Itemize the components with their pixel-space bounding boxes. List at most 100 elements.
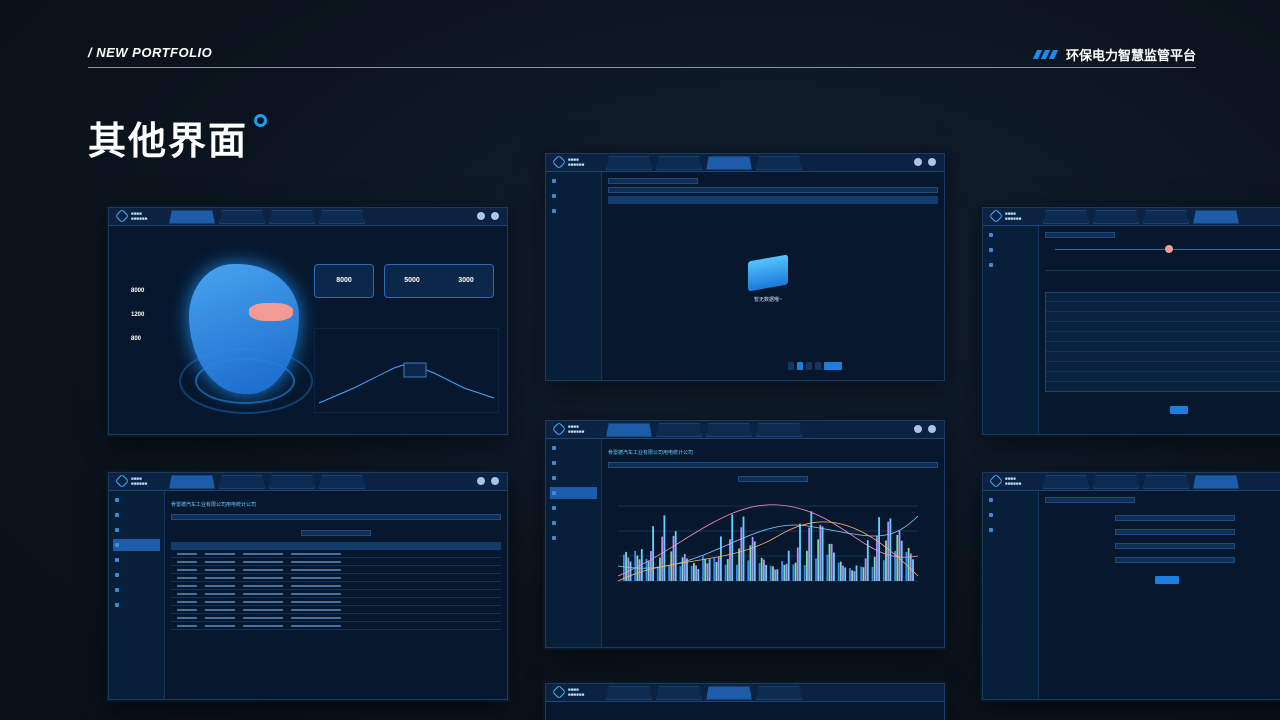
form-input[interactable] [1115, 515, 1235, 521]
chart-bar [706, 563, 709, 581]
sidebar-item[interactable] [987, 524, 1034, 536]
brand-stripes-icon [1032, 50, 1059, 59]
nav-tab[interactable] [756, 686, 802, 700]
bell-icon[interactable] [477, 477, 485, 485]
table-row[interactable] [171, 550, 501, 558]
form-fields [1115, 515, 1280, 589]
table-row[interactable] [171, 566, 501, 574]
avatar[interactable] [928, 158, 936, 166]
table-row[interactable] [171, 606, 501, 614]
sidebar-item[interactable] [987, 494, 1034, 506]
sidebar-item[interactable] [987, 259, 1034, 271]
nav-tab[interactable] [169, 475, 215, 489]
avatar[interactable] [491, 477, 499, 485]
bell-icon[interactable] [477, 212, 485, 220]
form-input[interactable] [1115, 543, 1235, 549]
table-row[interactable] [171, 582, 501, 590]
table-row[interactable] [171, 622, 501, 630]
sidebar-item[interactable] [550, 175, 597, 187]
app-logo: ■■■■ ■■■■■■ [988, 208, 1021, 224]
table-row[interactable] [171, 558, 501, 566]
nav-tab[interactable] [1193, 475, 1239, 489]
sidebar-item[interactable] [113, 584, 160, 596]
sidebar-item[interactable] [113, 509, 160, 521]
bell-icon[interactable] [914, 158, 922, 166]
sub-tabs[interactable] [301, 530, 371, 536]
go-button[interactable] [824, 362, 842, 370]
sub-tabs[interactable] [1045, 497, 1135, 503]
sidebar-item[interactable] [113, 569, 160, 581]
nav-tab[interactable] [606, 156, 652, 170]
table-row[interactable] [171, 590, 501, 598]
chart-bar [796, 547, 799, 581]
avatar[interactable] [491, 212, 499, 220]
sub-tabs[interactable] [608, 178, 698, 184]
nav-tab[interactable] [1193, 210, 1239, 224]
nav-tab[interactable] [706, 423, 752, 437]
nav-tab[interactable] [319, 475, 365, 489]
chart-bar [670, 551, 673, 581]
sidebar-item[interactable] [550, 502, 597, 514]
chart-bar [729, 539, 731, 581]
table-row[interactable] [171, 598, 501, 606]
filter-bar[interactable] [608, 462, 938, 468]
nav-tab[interactable] [606, 423, 652, 437]
filter-bar[interactable] [608, 187, 938, 193]
sidebar-item[interactable] [550, 190, 597, 202]
nav-tab[interactable] [1093, 210, 1139, 224]
form-input[interactable] [1115, 557, 1235, 563]
form-input[interactable] [1115, 529, 1235, 535]
nav-tab[interactable] [656, 686, 702, 700]
nav-tab[interactable] [706, 156, 752, 170]
sidebar-item[interactable] [550, 487, 597, 499]
nav-tab[interactable] [1143, 475, 1189, 489]
nav-tab[interactable] [319, 210, 365, 224]
sidebar-item[interactable] [113, 494, 160, 506]
nav-tab[interactable] [169, 210, 215, 224]
table-row[interactable] [171, 574, 501, 582]
nav-tab[interactable] [756, 423, 802, 437]
stat-value: 800 [131, 336, 142, 342]
nav-tab[interactable] [269, 210, 315, 224]
nav-tab[interactable] [219, 210, 265, 224]
chart-bar [674, 531, 677, 581]
nav-tab[interactable] [656, 423, 702, 437]
chart-bar [740, 527, 743, 581]
sidebar-item[interactable] [550, 205, 597, 217]
nav-tab[interactable] [1043, 210, 1089, 224]
nav-tab[interactable] [1043, 475, 1089, 489]
nav-tab[interactable] [219, 475, 265, 489]
filter-bar[interactable] [171, 514, 501, 520]
submit-button[interactable] [1155, 576, 1179, 584]
chart-bar [839, 561, 842, 581]
chart-bar [751, 536, 754, 581]
sidebar-item[interactable] [987, 509, 1034, 521]
sidebar-item[interactable] [987, 229, 1034, 241]
nav-tab[interactable] [1093, 475, 1139, 489]
sidebar-item[interactable] [550, 472, 597, 484]
sidebar-item[interactable] [550, 457, 597, 469]
sidebar-item[interactable] [113, 599, 160, 611]
table-row[interactable] [171, 614, 501, 622]
sidebar-item[interactable] [113, 524, 160, 536]
bell-icon[interactable] [914, 425, 922, 433]
nav-tab[interactable] [756, 156, 802, 170]
sub-tabs[interactable] [1045, 232, 1115, 238]
nav-tab[interactable] [606, 686, 652, 700]
sidebar-item[interactable] [550, 442, 597, 454]
sidebar-item[interactable] [550, 532, 597, 544]
sidebar-item[interactable] [987, 244, 1034, 256]
map-highlight-region[interactable] [249, 303, 293, 321]
chart-bar [697, 569, 700, 581]
sidebar-item[interactable] [113, 539, 160, 551]
nav-tab[interactable] [1143, 210, 1189, 224]
sub-tabs[interactable] [738, 476, 808, 482]
sidebar-item[interactable] [113, 554, 160, 566]
nav-tab[interactable] [656, 156, 702, 170]
avatar[interactable] [928, 425, 936, 433]
submit-button[interactable] [1170, 406, 1188, 414]
sidebar-item[interactable] [550, 517, 597, 529]
nav-tab[interactable] [269, 475, 315, 489]
chart-bar [679, 566, 682, 581]
nav-tab[interactable] [706, 686, 752, 700]
